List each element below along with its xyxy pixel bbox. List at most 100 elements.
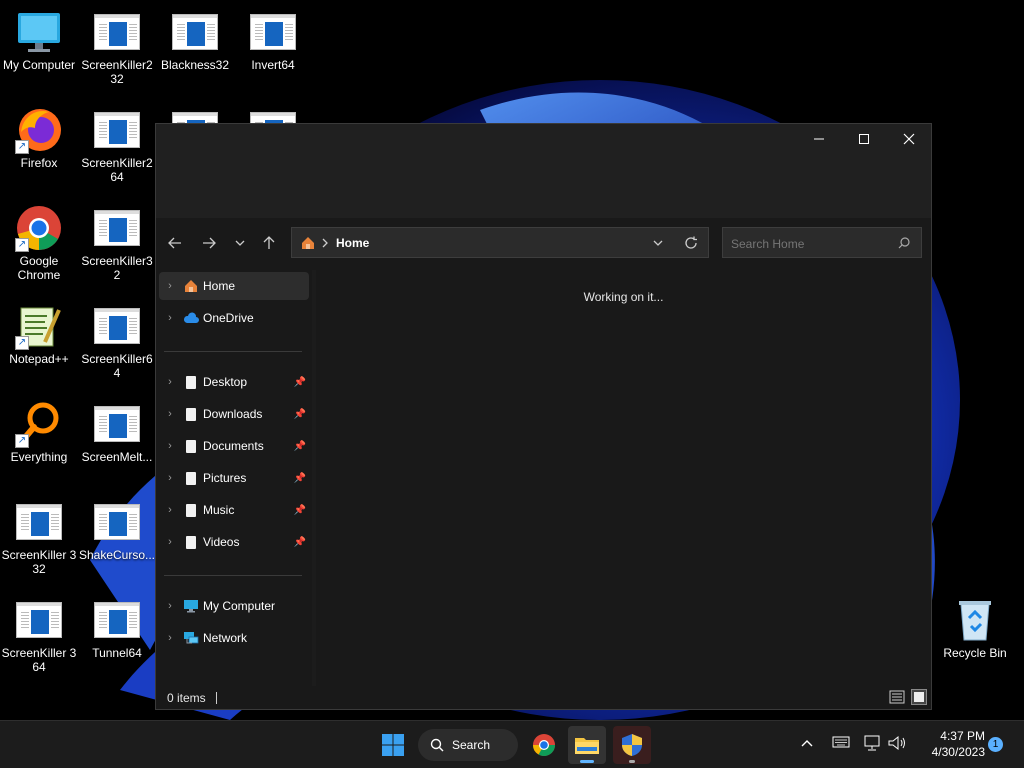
desktop-icon-notepadpp[interactable]: ↗ Notepad++	[0, 302, 78, 366]
sidebar-item-home[interactable]: › Home	[159, 272, 309, 300]
desktop-icon-shakecursor[interactable]: ShakeCurso...	[78, 498, 156, 562]
sidebar-item-label: OneDrive	[203, 311, 254, 325]
desktop-icon-recycle-bin[interactable]: Recycle Bin	[936, 596, 1014, 660]
notepadpp-icon: ↗	[15, 302, 63, 350]
sidebar-item-onedrive[interactable]: › OneDrive	[159, 304, 309, 332]
desktop-icon-blackness32[interactable]: Blackness32	[156, 8, 234, 72]
desktop-icon-label: Firefox	[20, 156, 58, 170]
windows-logo-icon	[382, 734, 404, 756]
chevron-right-icon[interactable]: ›	[159, 312, 181, 324]
details-view-icon	[889, 690, 905, 704]
taskbar-search[interactable]: Search	[418, 729, 518, 761]
pin-icon[interactable]: 📌	[294, 409, 306, 420]
status-bar: 0 items	[156, 686, 931, 709]
recent-locations-button[interactable]	[227, 230, 253, 256]
taskbar-search-label: Search	[452, 738, 491, 752]
desktop-icon-my-computer[interactable]: My Computer	[0, 8, 78, 72]
pin-icon[interactable]: 📌	[294, 537, 306, 548]
notification-count: 1	[992, 739, 999, 750]
desktop-icon-screenkiller2-32[interactable]: ScreenKiller2 32	[78, 8, 156, 86]
desktop-icon-hidden-2[interactable]	[234, 106, 312, 123]
input-indicator[interactable]	[832, 735, 852, 753]
desktop-icon-screenkiller64[interactable]: ScreenKiller64	[78, 302, 156, 380]
search-box[interactable]	[722, 227, 922, 258]
forward-button[interactable]	[196, 230, 222, 256]
refresh-icon[interactable]	[684, 236, 698, 250]
pin-icon[interactable]: 📌	[294, 377, 306, 388]
desktop-icon-everything[interactable]: ↗ Everything	[0, 400, 78, 464]
sidebar-item-network[interactable]: › Network	[159, 624, 309, 652]
show-hidden-icons-button[interactable]	[800, 735, 818, 753]
app-window-icon	[93, 596, 141, 644]
chevron-right-icon[interactable]: ›	[159, 600, 181, 612]
app-window-icon	[249, 106, 297, 123]
close-button[interactable]	[886, 124, 931, 154]
status-divider	[215, 691, 217, 704]
document-icon	[181, 534, 201, 550]
desktop-icon-hidden-1[interactable]	[156, 106, 234, 123]
sidebar-item-my-computer[interactable]: › My Computer	[159, 592, 309, 620]
start-button[interactable]	[374, 726, 412, 764]
sidebar-item-videos[interactable]: › Videos 📌	[159, 528, 309, 556]
chevron-right-icon[interactable]: ›	[159, 472, 181, 484]
content-pane[interactable]: Working on it...	[316, 270, 931, 688]
search-input[interactable]	[729, 234, 893, 254]
back-button[interactable]	[162, 230, 188, 256]
desktop-icon-screenkiller2-64[interactable]: ScreenKiller2 64	[78, 106, 156, 184]
app-window-icon	[93, 106, 141, 154]
desktop-icon-screenkiller3-32[interactable]: ScreenKiller 3 32	[0, 498, 78, 576]
desktop-icon-tunnel64[interactable]: Tunnel64	[78, 596, 156, 660]
up-button[interactable]	[256, 230, 282, 256]
address-history-dropdown[interactable]	[652, 237, 664, 249]
maximize-button[interactable]	[841, 124, 886, 154]
chevron-right-icon[interactable]: ›	[159, 504, 181, 516]
address-bar[interactable]: Home	[291, 227, 709, 258]
network-tray-button[interactable]	[862, 734, 884, 754]
document-icon	[181, 438, 201, 454]
tiles-view-button[interactable]	[911, 689, 927, 705]
details-view-button[interactable]	[889, 690, 905, 704]
clock[interactable]: 4:37 PM 4/30/2023	[915, 728, 985, 760]
sidebar-item-desktop[interactable]: › Desktop 📌	[159, 368, 309, 396]
desktop-icon-screenmelt[interactable]: ScreenMelt...	[78, 400, 156, 464]
navigation-pane: › Home › OneDrive › Desktop 📌 › Download…	[156, 270, 312, 688]
chevron-right-icon[interactable]: ›	[159, 280, 181, 292]
sidebar-item-downloads[interactable]: › Downloads 📌	[159, 400, 309, 428]
chevron-right-icon[interactable]: ›	[159, 376, 181, 388]
pin-icon[interactable]: 📌	[294, 473, 306, 484]
desktop-icon-screenkiller32[interactable]: ScreenKiller32	[78, 204, 156, 282]
address-location[interactable]: Home	[336, 236, 369, 250]
chevron-right-icon[interactable]: ›	[159, 536, 181, 548]
desktop-icon-firefox[interactable]: ↗ Firefox	[0, 106, 78, 170]
chevron-right-icon[interactable]: ›	[159, 408, 181, 420]
taskbar-security-button[interactable]	[613, 726, 651, 764]
volume-tray-button[interactable]	[887, 734, 909, 754]
taskbar-file-explorer-button[interactable]	[568, 726, 606, 764]
clock-date: 4/30/2023	[931, 745, 985, 759]
file-explorer-window[interactable]: Home › Home › OneDrive › Desktop 📌	[155, 123, 932, 710]
sidebar-item-label: Desktop	[203, 375, 248, 389]
app-window-icon	[171, 8, 219, 56]
sidebar-item-pictures[interactable]: › Pictures 📌	[159, 464, 309, 492]
title-bar[interactable]	[156, 124, 931, 154]
chevron-right-icon[interactable]: ›	[159, 632, 181, 644]
app-window-icon	[93, 498, 141, 546]
sidebar-item-music[interactable]: › Music 📌	[159, 496, 309, 524]
desktop-icon-label: ScreenKiller2 32	[81, 58, 153, 86]
chrome-icon	[533, 734, 555, 756]
maximize-icon	[858, 134, 869, 144]
document-icon	[181, 374, 201, 390]
notification-badge[interactable]: 1	[988, 737, 1003, 752]
taskbar-chrome-button[interactable]	[525, 726, 563, 764]
sidebar-item-documents[interactable]: › Documents 📌	[159, 432, 309, 460]
desktop-icon-label: My Computer	[2, 58, 76, 72]
app-window-icon	[93, 400, 141, 448]
pin-icon[interactable]: 📌	[294, 441, 306, 452]
desktop-icon-screenkiller3-64[interactable]: ScreenKiller 3 64	[0, 596, 78, 674]
pin-icon[interactable]: 📌	[294, 505, 306, 516]
desktop-icon-invert64[interactable]: Invert64	[234, 8, 312, 72]
chevron-right-icon[interactable]: ›	[159, 440, 181, 452]
clock-time: 4:37 PM	[940, 729, 985, 743]
desktop-icon-google-chrome[interactable]: ↗ Google Chrome	[0, 204, 78, 282]
minimize-button[interactable]	[796, 124, 841, 154]
